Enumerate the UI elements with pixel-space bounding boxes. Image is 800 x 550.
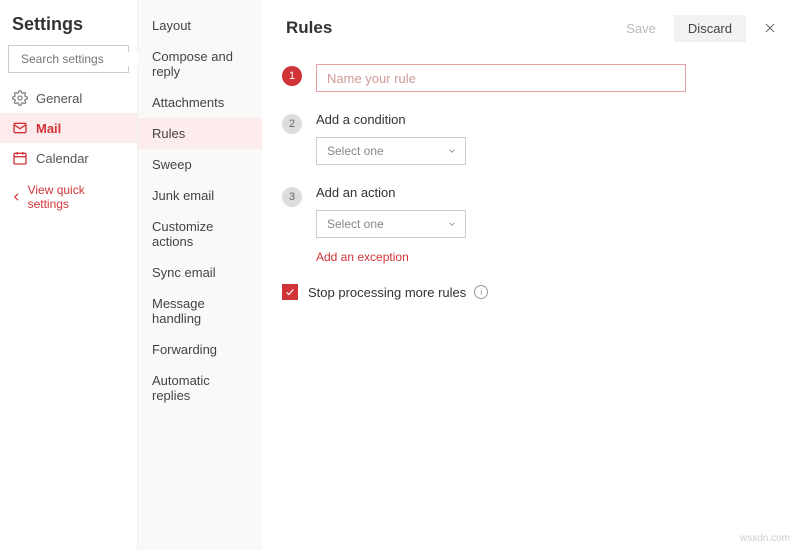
check-icon bbox=[285, 287, 295, 297]
rule-name-input[interactable] bbox=[316, 64, 686, 92]
main-panel: Rules Save Discard 1 2 Add a condition S… bbox=[262, 0, 800, 550]
stop-processing-checkbox[interactable] bbox=[282, 284, 298, 300]
step-2-badge: 2 bbox=[282, 114, 302, 134]
gear-icon bbox=[12, 90, 28, 106]
close-icon bbox=[763, 21, 777, 35]
add-exception-link[interactable]: Add an exception bbox=[316, 250, 772, 264]
step-add-action: 3 Add an action Select one Add an except… bbox=[282, 185, 772, 264]
step-name-rule: 1 bbox=[282, 64, 772, 92]
chevron-left-icon bbox=[12, 192, 22, 202]
subnav-sync-email[interactable]: Sync email bbox=[138, 257, 262, 288]
stop-processing-row: Stop processing more rules i bbox=[282, 284, 772, 300]
subnav-rules[interactable]: Rules bbox=[138, 118, 262, 149]
secondary-sidebar: Layout Compose and reply Attachments Rul… bbox=[138, 0, 262, 550]
panel-header: Rules Save Discard bbox=[262, 0, 800, 56]
info-icon[interactable]: i bbox=[474, 285, 488, 299]
chevron-down-icon bbox=[447, 146, 457, 156]
stop-processing-label: Stop processing more rules bbox=[308, 285, 466, 300]
subnav-forwarding[interactable]: Forwarding bbox=[138, 334, 262, 365]
step-3-badge: 3 bbox=[282, 187, 302, 207]
subnav-customize-actions[interactable]: Customize actions bbox=[138, 211, 262, 257]
nav-general-label: General bbox=[36, 91, 82, 106]
quick-link-label: View quick settings bbox=[28, 183, 125, 211]
subnav-junk-email[interactable]: Junk email bbox=[138, 180, 262, 211]
search-input-wrapper[interactable] bbox=[8, 45, 129, 73]
step-add-condition: 2 Add a condition Select one bbox=[282, 112, 772, 165]
rule-form: 1 2 Add a condition Select one 3 Add an … bbox=[262, 56, 800, 320]
subnav-attachments[interactable]: Attachments bbox=[138, 87, 262, 118]
view-quick-settings-link[interactable]: View quick settings bbox=[0, 173, 137, 221]
nav-mail[interactable]: Mail bbox=[0, 113, 137, 143]
action-select[interactable]: Select one bbox=[316, 210, 466, 238]
condition-select[interactable]: Select one bbox=[316, 137, 466, 165]
action-select-value: Select one bbox=[327, 217, 384, 231]
mail-icon bbox=[12, 120, 28, 136]
save-button[interactable]: Save bbox=[612, 15, 670, 42]
step-1-badge: 1 bbox=[282, 66, 302, 86]
watermark: wsxdn.com bbox=[740, 533, 790, 544]
settings-title: Settings bbox=[0, 10, 137, 45]
subnav-message-handling[interactable]: Message handling bbox=[138, 288, 262, 334]
nav-calendar[interactable]: Calendar bbox=[0, 143, 137, 173]
condition-label: Add a condition bbox=[316, 112, 772, 127]
page-title: Rules bbox=[286, 18, 608, 38]
discard-button[interactable]: Discard bbox=[674, 15, 746, 42]
primary-sidebar: Settings General Mail Calendar View quic… bbox=[0, 0, 138, 550]
nav-calendar-label: Calendar bbox=[36, 151, 89, 166]
subnav-automatic-replies[interactable]: Automatic replies bbox=[138, 365, 262, 411]
subnav-sweep[interactable]: Sweep bbox=[138, 149, 262, 180]
nav-mail-label: Mail bbox=[36, 121, 61, 136]
nav-general[interactable]: General bbox=[0, 83, 137, 113]
condition-select-value: Select one bbox=[327, 144, 384, 158]
chevron-down-icon bbox=[447, 219, 457, 229]
calendar-icon bbox=[12, 150, 28, 166]
subnav-layout[interactable]: Layout bbox=[138, 10, 262, 41]
close-button[interactable] bbox=[754, 12, 786, 44]
subnav-compose-and-reply[interactable]: Compose and reply bbox=[138, 41, 262, 87]
action-label: Add an action bbox=[316, 185, 772, 200]
